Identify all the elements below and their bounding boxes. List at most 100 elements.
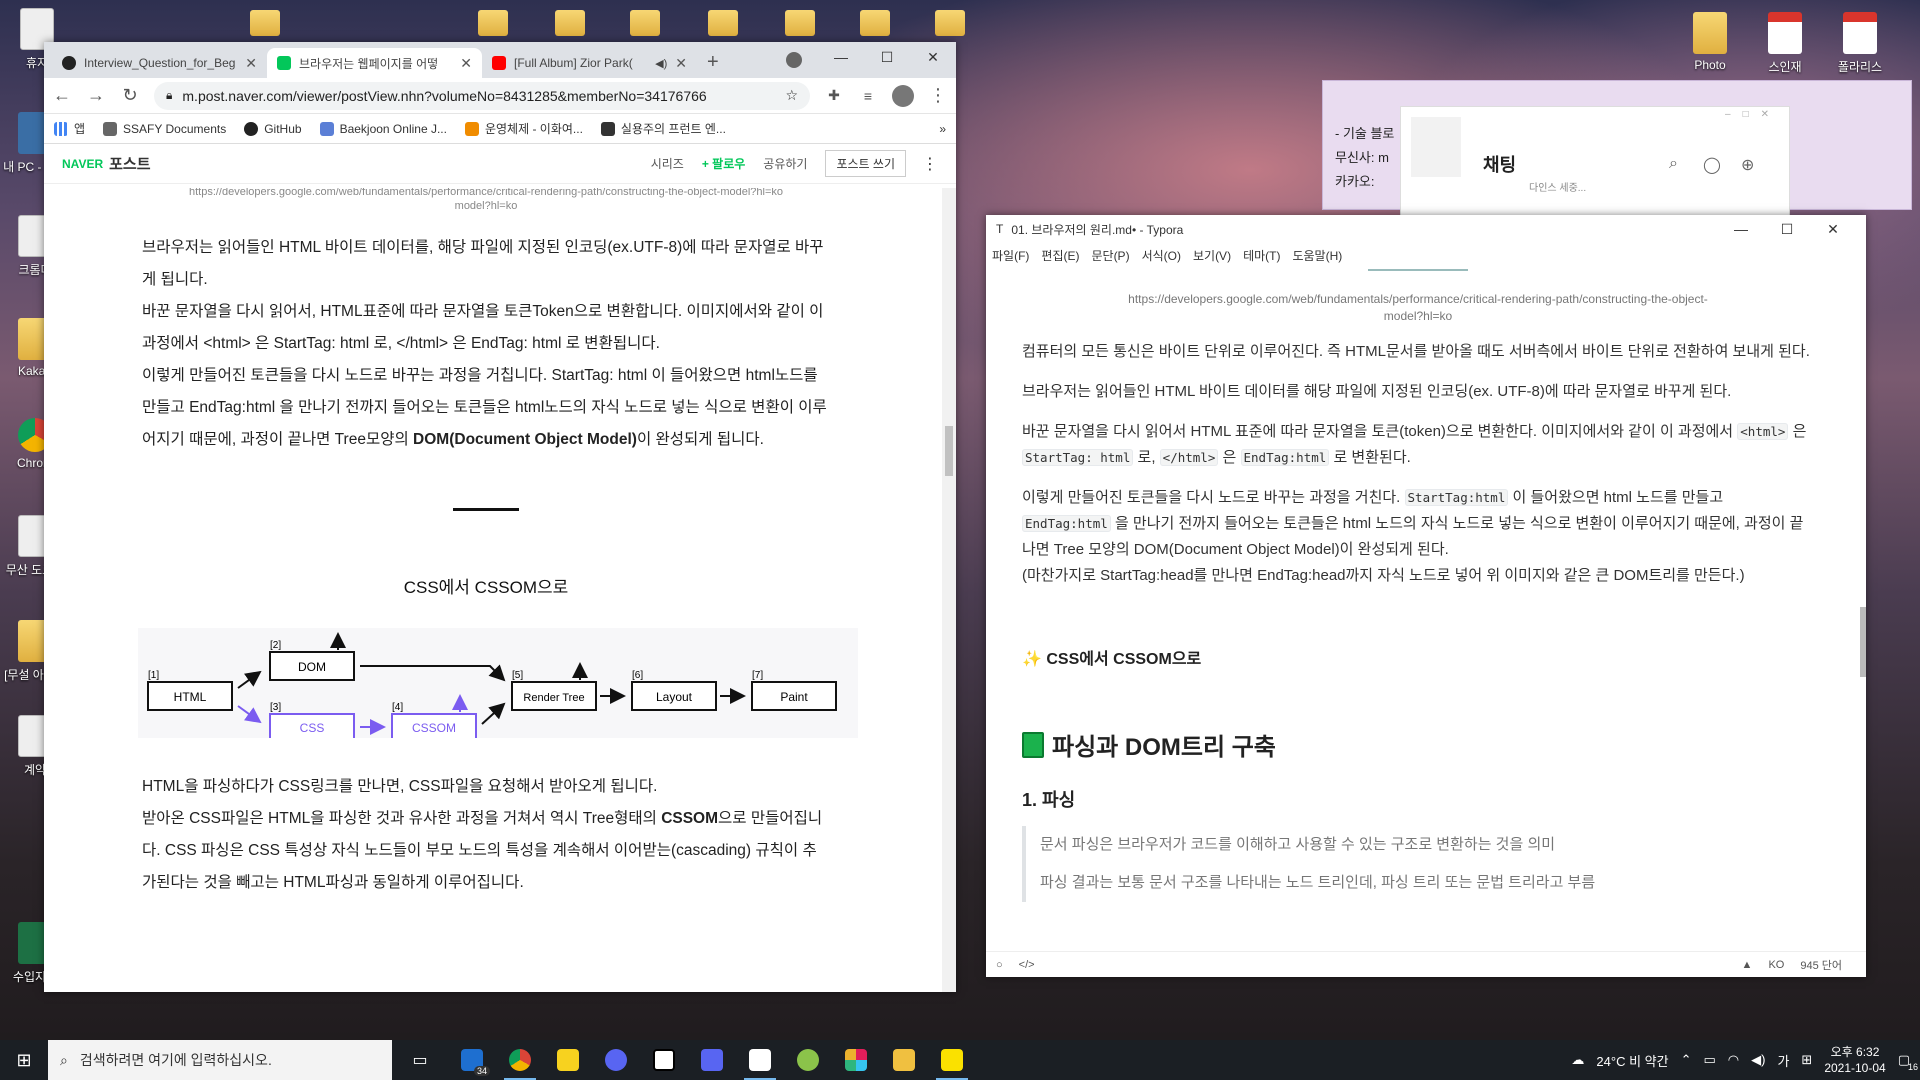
- tab-search-icon[interactable]: [786, 52, 802, 68]
- close-icon[interactable]: ✕: [245, 55, 257, 72]
- outline-toggle-icon[interactable]: ○: [996, 959, 1003, 971]
- menu-view[interactable]: 보기(V): [1193, 247, 1231, 264]
- bookmark-item[interactable]: 운영체제 - 이화여...: [464, 120, 583, 137]
- forward-icon[interactable]: →: [86, 85, 106, 106]
- chat-bubble-icon[interactable]: ◯: [1703, 155, 1721, 175]
- scroll-thumb[interactable]: [1860, 607, 1866, 677]
- avatar[interactable]: [892, 84, 914, 107]
- follow-link[interactable]: + 팔로우: [702, 155, 745, 172]
- series-link[interactable]: 시리즈: [651, 155, 684, 172]
- task-view-icon[interactable]: ▭: [392, 1040, 448, 1080]
- menu-icon[interactable]: ⋮: [928, 85, 948, 106]
- slack-icon[interactable]: [832, 1040, 880, 1080]
- tab-youtube[interactable]: [Full Album] Zior Park(◀) ✕: [482, 48, 697, 78]
- back-icon[interactable]: ←: [52, 85, 72, 106]
- image-caption: https://developers.google.com/web/fundam…: [188, 188, 783, 212]
- search-icon: ⌕: [60, 1051, 68, 1068]
- sticky-notes-icon[interactable]: [544, 1040, 592, 1080]
- search-icon[interactable]: ⌕: [1669, 155, 1678, 173]
- folder-icon[interactable]: [860, 10, 890, 36]
- desktop-icon[interactable]: 폴라리스: [1825, 12, 1895, 75]
- paragraph: 바꾼 문자열을 다시 읽어서 HTML 표준에 따라 문자열을 토큰(token…: [1022, 423, 1807, 466]
- menu-file[interactable]: 파일(F): [992, 247, 1029, 264]
- language-indicator[interactable]: KO: [1768, 959, 1784, 971]
- minimize-icon[interactable]: —: [1718, 221, 1764, 238]
- chat-app-icon[interactable]: [592, 1040, 640, 1080]
- menu-theme[interactable]: 테마(T): [1243, 247, 1280, 264]
- windows-start-icon[interactable]: ⊞: [0, 1040, 48, 1080]
- file-explorer-icon[interactable]: [880, 1040, 928, 1080]
- bookmark-item[interactable]: SSAFY Documents: [103, 121, 226, 136]
- close-icon[interactable]: ✕: [1810, 221, 1856, 238]
- bookmark-apps[interactable]: 앱: [54, 120, 85, 137]
- menu-help[interactable]: 도움말(H): [1292, 247, 1342, 264]
- chat-title[interactable]: 채팅: [1483, 151, 1516, 177]
- bookmark-item[interactable]: Baekjoon Online J...: [319, 121, 447, 136]
- ime-indicator[interactable]: 가: [1777, 1051, 1789, 1070]
- close-icon[interactable]: ✕: [460, 55, 472, 72]
- maximize-icon[interactable]: ☐: [1764, 221, 1810, 238]
- bookmark-item[interactable]: 실용주의 프런트 엔...: [600, 120, 726, 137]
- scroll-thumb[interactable]: [945, 426, 953, 476]
- desktop-icon[interactable]: Photo: [1675, 12, 1745, 72]
- folder-icon[interactable]: [630, 10, 660, 36]
- green-book-icon: [1022, 731, 1044, 758]
- weather-icon[interactable]: ☁: [1571, 1052, 1584, 1068]
- typora-icon[interactable]: [736, 1040, 784, 1080]
- post-title[interactable]: 포스트: [109, 153, 150, 174]
- mail-icon[interactable]: 34: [448, 1040, 496, 1080]
- media-icon[interactable]: ≡: [858, 88, 878, 104]
- folder-icon[interactable]: [555, 10, 585, 36]
- star-icon[interactable]: ☆: [785, 87, 798, 104]
- chrome-icon[interactable]: [496, 1040, 544, 1080]
- volume-icon[interactable]: ◀): [1751, 1052, 1765, 1068]
- naver-logo[interactable]: NAVER: [62, 157, 103, 171]
- maximize-icon[interactable]: ☐: [864, 42, 910, 72]
- extensions-icon[interactable]: ✚: [824, 87, 844, 104]
- more-bookmarks-icon[interactable]: »: [939, 122, 946, 136]
- desktop-icon[interactable]: 스인재: [1750, 12, 1820, 75]
- parrot-icon[interactable]: [784, 1040, 832, 1080]
- menu-edit[interactable]: 편집(E): [1041, 247, 1079, 264]
- kakaotalk-icon[interactable]: [928, 1040, 976, 1080]
- menu-format[interactable]: 서식(O): [1142, 247, 1181, 264]
- close-icon[interactable]: ✕: [910, 42, 956, 72]
- network-icon[interactable]: ◠: [1728, 1052, 1739, 1068]
- speaker-icon[interactable]: ◀): [655, 57, 667, 70]
- scrollbar[interactable]: [1858, 267, 1866, 951]
- write-post-button[interactable]: 포스트 쓰기: [825, 150, 906, 177]
- discord-icon[interactable]: [688, 1040, 736, 1080]
- minimize-icon[interactable]: —: [818, 42, 864, 72]
- new-chat-icon[interactable]: ⊕: [1741, 155, 1754, 175]
- warning-icon[interactable]: ▲: [1742, 959, 1753, 971]
- new-tab-button[interactable]: +: [697, 51, 729, 78]
- tab-github[interactable]: Interview_Question_for_Beg ✕: [52, 48, 267, 78]
- address-bar[interactable]: 🔒︎ m.post.naver.com/viewer/postView.nhn?…: [154, 81, 810, 110]
- kakaotalk-chat-window: 채팅 다인스 세중... ⌕ ◯ ⊕ –□✕: [1400, 106, 1790, 216]
- notification-icon[interactable]: ▢ 16: [1898, 1052, 1918, 1072]
- scrollbar[interactable]: [942, 188, 956, 992]
- folder-icon[interactable]: [785, 10, 815, 36]
- ime-mode-icon[interactable]: ⊞: [1801, 1052, 1812, 1068]
- reload-icon[interactable]: ↻: [120, 85, 140, 106]
- window-controls: — ☐ ✕: [818, 42, 956, 72]
- menu-paragraph[interactable]: 문단(P): [1091, 247, 1129, 264]
- battery-icon[interactable]: ▭: [1703, 1052, 1715, 1068]
- clock[interactable]: 오후 6:32 2021-10-04: [1824, 1044, 1885, 1076]
- chevron-up-icon[interactable]: ⌃: [1681, 1052, 1692, 1068]
- taskbar-search[interactable]: ⌕ 검색하려면 여기에 입력하십시오.: [48, 1040, 392, 1080]
- folder-icon[interactable]: [250, 10, 280, 36]
- notion-icon[interactable]: [640, 1040, 688, 1080]
- folder-icon[interactable]: [478, 10, 508, 36]
- share-link[interactable]: 공유하기: [763, 155, 807, 172]
- weather-text[interactable]: 24°C 비 약간: [1596, 1051, 1668, 1070]
- folder-icon[interactable]: [935, 10, 965, 36]
- close-icon[interactable]: ✕: [675, 55, 687, 72]
- folder-icon[interactable]: [708, 10, 738, 36]
- tab-naver-post[interactable]: 브라우저는 웹페이지를 어떻 ✕: [267, 48, 482, 78]
- bookmark-item[interactable]: GitHub: [244, 121, 302, 136]
- editor[interactable]: https://developers.google.com/web/fundam…: [986, 267, 1858, 951]
- source-mode-icon[interactable]: </>: [1019, 959, 1035, 971]
- more-icon[interactable]: ⋮: [922, 154, 938, 174]
- word-count[interactable]: 945 단어: [1800, 957, 1842, 973]
